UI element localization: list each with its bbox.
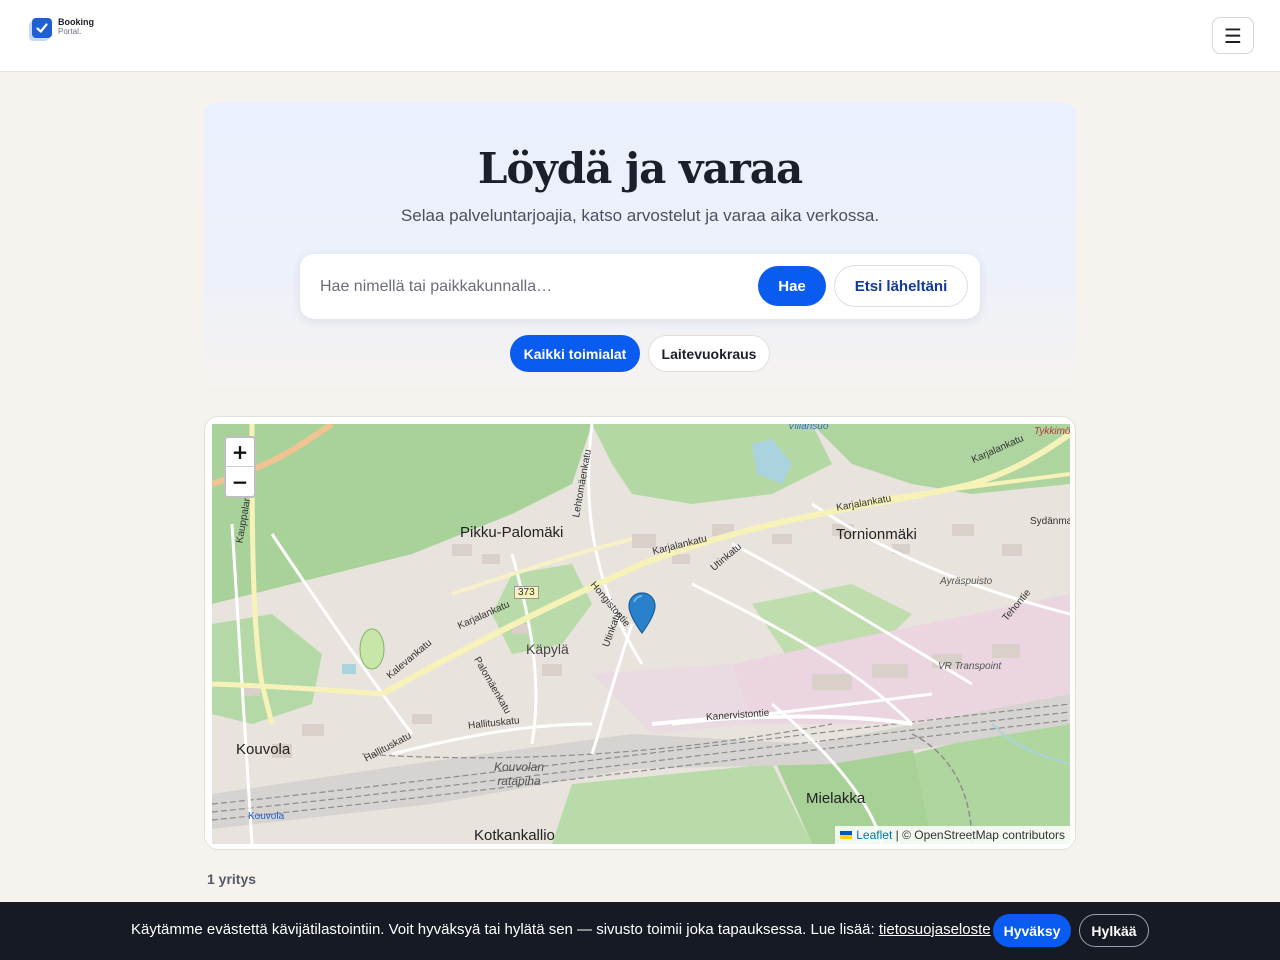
map-label-tornionmaki: Tornionmäki — [836, 526, 917, 543]
search-button[interactable]: Hae — [758, 266, 826, 306]
map-label-kotkankallio: Kotkankallio — [474, 827, 555, 844]
zoom-in-button[interactable]: + — [226, 438, 254, 467]
zoom-out-button[interactable]: − — [226, 467, 254, 496]
map-attribution: Leaflet | © OpenStreetMap contributors — [835, 826, 1070, 844]
category-chip-all[interactable]: Kaikki toimialat — [510, 335, 640, 372]
map-label-ratapiha: Kouvolan ratapiha — [493, 760, 545, 788]
menu-button[interactable]: ☰ — [1212, 17, 1254, 54]
hero-section: Löydä ja varaa Selaa palveluntarjoajia, … — [204, 102, 1076, 392]
map-street-sydanmaa: Sydänmaa — [1030, 516, 1070, 527]
result-count: 1 yritys — [207, 871, 257, 887]
accept-cookies-button[interactable]: Hyväksy — [993, 914, 1071, 947]
category-chip-equipment-rental[interactable]: Laitevuokraus — [648, 335, 770, 372]
site-logo[interactable]: Booking Portal. — [32, 18, 94, 38]
location-marker-icon[interactable] — [628, 592, 656, 634]
ukraine-flag-icon — [840, 831, 853, 839]
osm-attribution-text: | © OpenStreetMap contributors — [895, 828, 1065, 842]
map-label-ayraspuisto: Ayräspuisto — [940, 576, 993, 587]
map-road-number-373: 373 — [514, 586, 539, 599]
map-tiles — [212, 424, 1070, 844]
map-label-pikku-palomaki: Pikku-Palomäki — [460, 524, 564, 541]
map-label-villansuo: Villansuo — [788, 424, 829, 432]
page-subtitle: Selaa palveluntarjoajia, katso arvostelu… — [400, 206, 880, 225]
cookie-text-line: Käytämme evästettä kävijätilastointiin. … — [131, 921, 991, 938]
logo-text: Booking Portal. — [58, 17, 94, 37]
cookie-banner: Käytämme evästettä kävijätilastointiin. … — [0, 902, 1280, 960]
map-label-mielakka: Mielakka — [806, 790, 866, 807]
page-title: Löydä ja varaa — [477, 144, 803, 193]
hamburger-icon: ☰ — [1224, 23, 1242, 48]
privacy-policy-link[interactable]: tietosuojaseloste — [879, 921, 991, 938]
logo-line2: Portal — [58, 27, 79, 36]
leaflet-link[interactable]: Leaflet — [856, 828, 892, 842]
map-label-kouvola-station: Kouvola — [248, 811, 285, 822]
map-card: Pikku-Palomäki Tornionmäki Käpylä Kouvol… — [204, 416, 1076, 850]
map-label-kouvola: Kouvola — [236, 741, 291, 758]
map-view[interactable]: Pikku-Palomäki Tornionmäki Käpylä Kouvol… — [212, 424, 1070, 844]
checkbox-logo-icon — [32, 18, 52, 38]
search-input[interactable] — [320, 272, 740, 302]
find-nearby-button[interactable]: Etsi läheltäni — [834, 265, 968, 307]
map-label-tykkimo: Tykkimö — [1034, 426, 1070, 437]
top-navigation-bar: Booking Portal. ☰ — [0, 0, 1280, 72]
map-label-kapyla: Käpylä — [526, 641, 569, 657]
search-bar: Hae Etsi läheltäni — [300, 254, 980, 319]
logo-dot: . — [78, 26, 82, 36]
reject-cookies-button[interactable]: Hylkää — [1079, 914, 1149, 947]
map-zoom-controls: + − — [224, 436, 256, 498]
map-label-vr-transpoint: VR Transpoint — [938, 661, 1002, 672]
cookie-message: Käytämme evästettä kävijätilastointiin. … — [131, 921, 875, 938]
logo-line1: Booking — [58, 17, 94, 27]
